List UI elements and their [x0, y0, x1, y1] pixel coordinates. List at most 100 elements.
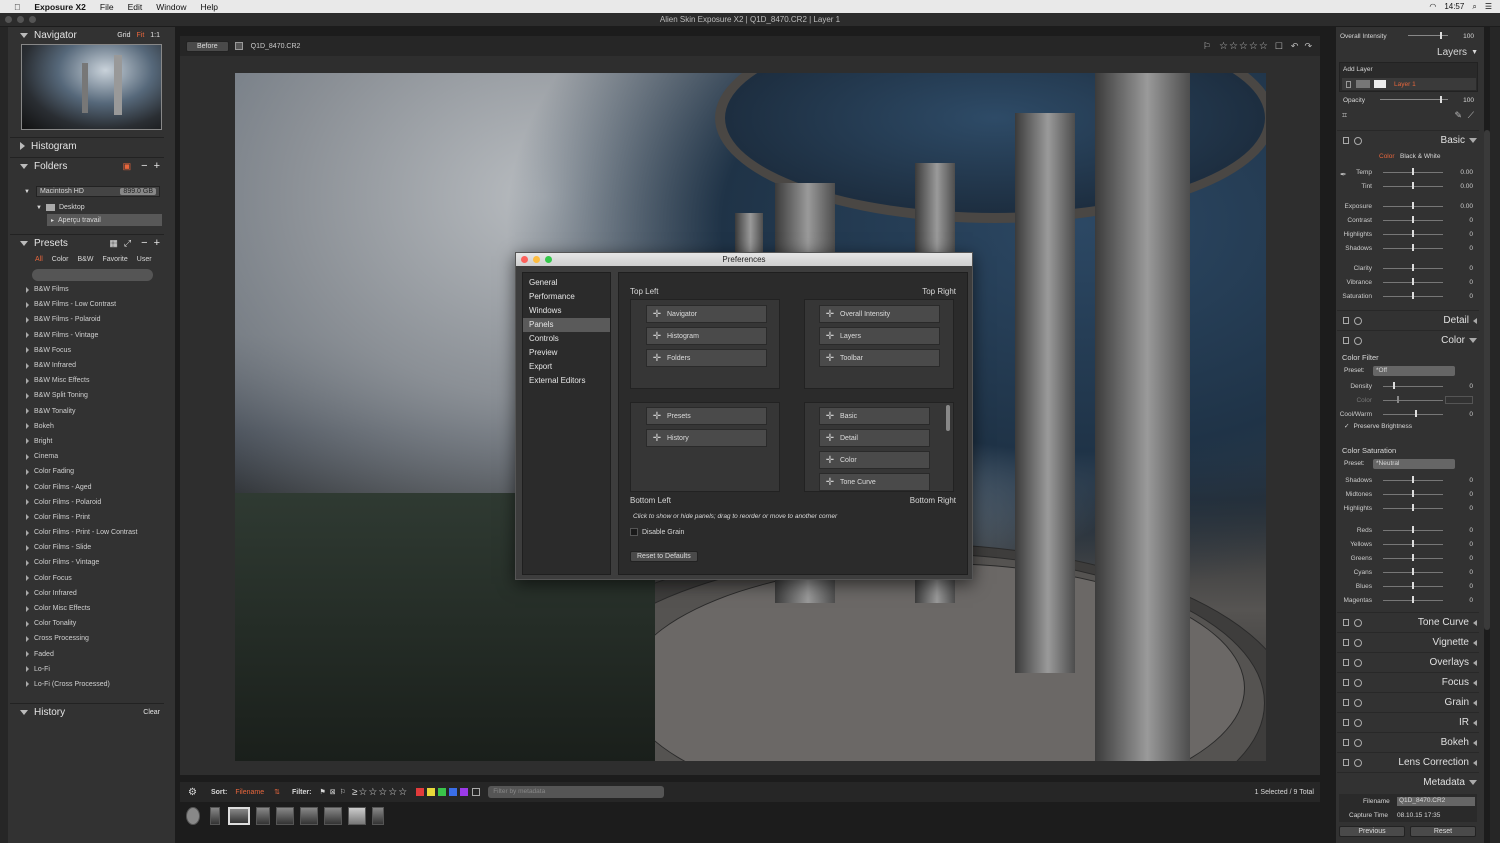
nav-export[interactable]: Export — [523, 360, 610, 374]
preset-item[interactable]: B&W Misc Effects — [23, 373, 162, 388]
reset-icon[interactable] — [1354, 658, 1362, 667]
expand-icon[interactable] — [26, 392, 29, 399]
brush-icon[interactable]: ✎ — [1454, 110, 1462, 121]
preset-item[interactable]: Bokeh — [23, 419, 162, 434]
preset-item[interactable]: Color Misc Effects — [23, 601, 162, 616]
color-slider[interactable] — [1383, 399, 1443, 401]
menu-help[interactable]: Help — [200, 2, 217, 12]
slider-knob[interactable] — [1412, 244, 1414, 251]
metadata-filename-field[interactable]: Q1D_8470.CR2 — [1397, 797, 1475, 806]
color-filter-preset-select[interactable]: *Off — [1373, 366, 1455, 376]
toggle-icon[interactable] — [1343, 659, 1349, 666]
disable-grain-checkbox[interactable] — [630, 528, 638, 536]
preset-item[interactable]: Bright — [23, 434, 162, 449]
sort-select[interactable]: Filename — [235, 789, 264, 796]
film-thumb-4[interactable] — [256, 807, 270, 825]
panel-history[interactable]: ✛ History — [646, 429, 767, 447]
panel-header[interactable]: Vignette — [1337, 632, 1479, 652]
grid-view-icon[interactable]: ▦ — [109, 238, 118, 249]
mode-bw[interactable]: Black & White — [1400, 153, 1440, 160]
rotate-left-icon[interactable]: ↶ — [1291, 41, 1299, 52]
color-label-chip[interactable] — [438, 788, 447, 796]
expand-icon[interactable] — [26, 377, 29, 384]
add-folder-button[interactable]: + — [154, 160, 160, 172]
color-label-chip[interactable] — [427, 788, 436, 796]
slider-knob[interactable] — [1412, 540, 1414, 547]
preset-item[interactable]: Color Tonality — [23, 616, 162, 631]
preset-item[interactable]: B&W Tonality — [23, 404, 162, 419]
expand-view-icon[interactable]: ⤢ — [124, 238, 131, 249]
toggle-icon[interactable] — [1343, 639, 1349, 646]
preset-item[interactable]: Color Films - Print — [23, 510, 162, 525]
preset-item[interactable]: Color Focus — [23, 571, 162, 586]
detail-header[interactable]: Detail — [1337, 310, 1479, 330]
preserve-checkbox[interactable]: ✓ — [1344, 422, 1349, 430]
toggle-icon[interactable] — [1343, 317, 1349, 324]
expand-icon[interactable] — [26, 605, 29, 612]
crop-icon[interactable]: ☐ — [1275, 41, 1283, 52]
opacity-knob[interactable] — [1440, 96, 1442, 103]
toggle-icon[interactable] — [1343, 759, 1349, 766]
filter-stars[interactable]: ≥☆☆☆☆☆ — [352, 787, 408, 798]
expand-icon[interactable] — [26, 286, 29, 293]
reset-icon[interactable] — [1354, 718, 1362, 727]
color-knob[interactable] — [1397, 396, 1399, 403]
preset-item[interactable]: Color Films - Print - Low Contrast — [23, 525, 162, 540]
nav-performance[interactable]: Performance — [523, 290, 610, 304]
expand-icon[interactable] — [26, 620, 29, 627]
preset-item[interactable]: B&W Films — [23, 282, 162, 297]
toggle-icon[interactable] — [1343, 699, 1349, 706]
slider-knob[interactable] — [1412, 476, 1414, 483]
layer-visibility-icon[interactable] — [1346, 80, 1351, 88]
slider-knob[interactable] — [1412, 230, 1414, 237]
reset-icon[interactable] — [1354, 638, 1362, 647]
preset-item[interactable]: B&W Split Toning — [23, 388, 162, 403]
nav-general[interactable]: General — [523, 276, 610, 290]
filter-none-icon[interactable] — [472, 788, 481, 796]
nav-grid-button[interactable]: Grid — [117, 32, 130, 39]
navigator-header[interactable]: Navigator Grid Fit 1:1 — [10, 27, 164, 44]
reset-icon[interactable] — [1354, 316, 1362, 325]
apple-icon[interactable]:  — [14, 2, 20, 12]
expand-icon[interactable] — [26, 559, 29, 566]
expand-icon[interactable] — [26, 423, 29, 430]
nav-windows[interactable]: Windows — [523, 304, 610, 318]
toggle-icon[interactable] — [1343, 619, 1349, 626]
preset-item[interactable]: B&W Films - Low Contrast — [23, 297, 162, 312]
color-label-chip[interactable] — [416, 788, 425, 796]
panel-toolbar[interactable]: ✛ Toolbar — [819, 349, 940, 367]
film-thumb-9[interactable] — [372, 807, 384, 825]
film-thumb-3-selected[interactable] — [228, 807, 250, 825]
expand-icon[interactable] — [26, 590, 29, 597]
before-button[interactable]: Before — [186, 40, 229, 52]
menu-file[interactable]: File — [100, 2, 114, 12]
preset-tab-user[interactable]: User — [137, 256, 152, 266]
reset-icon[interactable] — [1354, 336, 1362, 345]
history-clear-button[interactable]: Clear — [143, 709, 160, 716]
preset-item[interactable]: Cross Processing — [23, 631, 162, 646]
list-icon[interactable]: ☰ — [1485, 2, 1492, 11]
rating-stars[interactable]: ☆☆☆☆☆ — [1219, 41, 1269, 52]
expand-icon[interactable] — [26, 681, 29, 688]
filter-flag-icon[interactable]: ⚑ — [319, 788, 325, 796]
expand-desktop-icon[interactable]: ▼ — [36, 205, 42, 211]
layers-header[interactable]: Layers ▼ — [1340, 44, 1480, 60]
menu-window[interactable]: Window — [156, 2, 186, 12]
toggle-icon[interactable] — [1343, 719, 1349, 726]
color-label-chip[interactable] — [460, 788, 469, 796]
preset-tab-color[interactable]: Color — [52, 256, 69, 266]
previous-button[interactable]: Previous — [1339, 826, 1405, 837]
rotate-right-icon[interactable]: ↷ — [1304, 41, 1312, 52]
gear-icon[interactable]: ⚙ — [188, 787, 197, 798]
metadata-header[interactable]: Metadata — [1337, 772, 1479, 792]
sort-direction-icon[interactable]: ⇅ — [274, 788, 280, 796]
reset-icon[interactable] — [1354, 738, 1362, 747]
film-thumb-8[interactable] — [348, 807, 366, 825]
opacity-slider[interactable] — [1380, 99, 1448, 100]
expand-drive-icon[interactable]: ▼ — [24, 189, 30, 195]
panel-basic[interactable]: ✛ Basic — [819, 407, 930, 425]
folder-row-selected[interactable]: ▸ Aperçu travail — [47, 214, 162, 226]
overall-intensity-slider[interactable] — [1408, 35, 1448, 36]
panel-header[interactable]: Bokeh — [1337, 732, 1479, 752]
remove-folder-button[interactable]: − — [141, 160, 147, 172]
